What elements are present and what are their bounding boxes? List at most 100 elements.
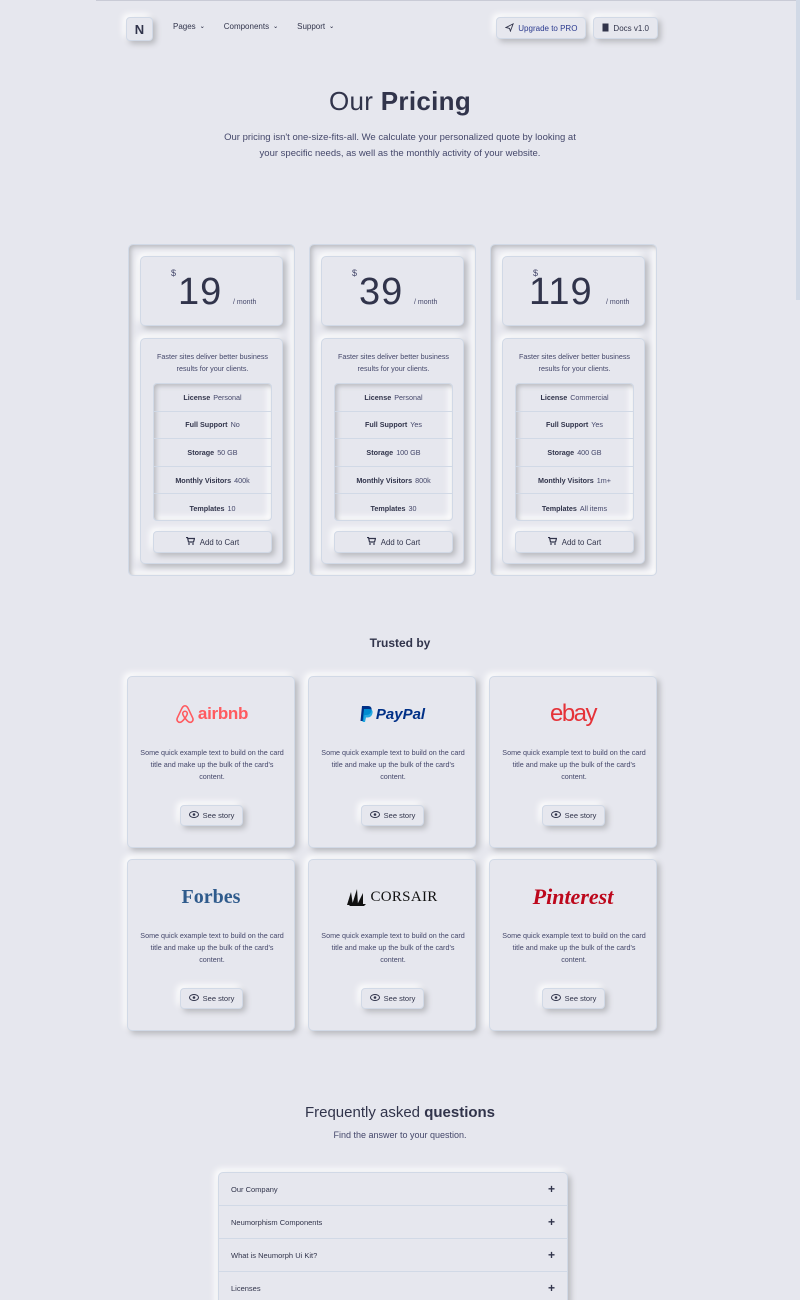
eye-icon [188, 811, 199, 820]
brand-logo[interactable]: N [126, 17, 153, 41]
feature-name: Templates [541, 503, 577, 513]
see-story-label: See story [564, 811, 597, 820]
cart-icon [185, 536, 196, 547]
see-story-button[interactable]: See story [542, 805, 605, 826]
faq-item[interactable]: What is Neumorph Ui Kit? + [219, 1239, 567, 1272]
docs-button[interactable]: Docs v1.0 [593, 17, 658, 39]
forbes-logo: Forbes [128, 884, 294, 910]
brand-card-text: Some quick example text to build on the … [502, 748, 646, 781]
see-story-label: See story [202, 811, 235, 820]
brand-name: Forbes [181, 885, 241, 908]
brand-card-text: Some quick example text to build on the … [140, 931, 284, 964]
title-light: Our [329, 86, 381, 116]
right-edge-strip [796, 0, 800, 300]
feature-row: Templates All items [516, 494, 633, 522]
faq-item[interactable]: Neumorphism Components + [219, 1206, 567, 1239]
feature-name: Storage [366, 447, 394, 457]
faq-question: Licenses [231, 1283, 261, 1293]
pricing-card: $ 39 / month Faster sites deliver better… [309, 244, 476, 576]
feature-row: Monthly Visitors 1m+ [516, 467, 633, 495]
see-story-button[interactable]: See story [361, 805, 424, 826]
brand-name: airbnb [197, 704, 249, 723]
see-story-button[interactable]: See story [180, 988, 243, 1009]
feature-value: Commercial [570, 392, 609, 402]
page-title: Our Pricing [0, 86, 800, 117]
airbnb-logo: airbnb [128, 701, 294, 727]
see-story-label: See story [564, 994, 597, 1003]
brand-card-airbnb: airbnb Some quick example text to build … [127, 676, 295, 848]
plan-details: Faster sites deliver better business res… [140, 338, 283, 564]
cart-icon [547, 536, 558, 547]
title-bold: Pricing [380, 86, 471, 116]
top-border-line [96, 0, 800, 1]
feature-row: License Personal [154, 384, 271, 412]
feature-name: Monthly Visitors [538, 475, 594, 485]
faq-question: Neumorphism Components [231, 1217, 323, 1227]
navbar: N Pages ⌄ Components ⌄ Support ⌄ Upgrade… [126, 17, 658, 41]
docs-label: Docs v1.0 [613, 23, 649, 33]
add-to-cart-button[interactable]: Add to Cart [334, 531, 453, 553]
feature-row: Storage 100 GB [335, 439, 452, 467]
upgrade-button[interactable]: Upgrade to PRO [496, 17, 587, 39]
nav-item-label: Pages [173, 22, 196, 31]
nav-item-components[interactable]: Components ⌄ [224, 22, 278, 31]
feature-list: License Commercial Full Support Yes Storag… [515, 383, 634, 521]
plan-description: Faster sites deliver better business res… [518, 352, 631, 373]
faq-item[interactable]: Our Company + [219, 1173, 567, 1206]
feature-row: Full Support No [154, 412, 271, 440]
feature-value: Personal [213, 392, 242, 402]
price-period: / month [414, 299, 438, 306]
feature-value: 30 [408, 503, 417, 513]
cart-icon [366, 536, 377, 547]
feature-value: 1m+ [596, 475, 611, 485]
trusted-by-title: Trusted by [369, 636, 431, 650]
nav-item-pages[interactable]: Pages ⌄ [173, 22, 205, 31]
feature-name: Storage [547, 447, 575, 457]
feature-row: Monthly Visitors 400k [154, 467, 271, 495]
see-story-button[interactable]: See story [542, 988, 605, 1009]
feature-name: Monthly Visitors [356, 475, 413, 485]
feature-name: License [364, 392, 392, 402]
add-to-cart-button[interactable]: Add to Cart [515, 531, 634, 553]
add-to-cart-button[interactable]: Add to Cart [153, 531, 272, 553]
plus-icon: + [547, 1248, 555, 1262]
feature-row: Storage 400 GB [516, 439, 633, 467]
brand-card-ebay: ebay Some quick example text to build on… [489, 676, 657, 848]
airbnb-icon [176, 704, 194, 724]
feature-value: Yes [591, 420, 604, 430]
feature-value: All items [579, 503, 608, 513]
see-story-label: See story [383, 811, 416, 820]
add-to-cart-label: Add to Cart [199, 537, 240, 547]
brand-card-pinterest: Pinterest Some quick example text to bui… [489, 859, 657, 1031]
feature-value: No [230, 420, 240, 430]
faq-question: Our Company [231, 1184, 278, 1194]
feature-row: Templates 30 [335, 494, 452, 522]
feature-name: Full Support [545, 420, 589, 430]
price-box: $ 19 / month [140, 256, 283, 326]
see-story-button[interactable]: See story [180, 805, 243, 826]
nav-item-label: Support [297, 22, 326, 31]
nav-item-label: Components [223, 22, 270, 31]
nav-item-support[interactable]: Support ⌄ [297, 22, 334, 31]
corsair-sails-icon [347, 889, 367, 906]
paypal-icon [360, 706, 373, 722]
price-value: 39 [359, 271, 404, 313]
price-currency: $ [352, 268, 358, 278]
plus-icon: + [547, 1281, 555, 1295]
faq-item[interactable]: Licenses + [219, 1272, 567, 1300]
chevron-down-icon: ⌄ [199, 24, 205, 30]
feature-row: License Personal [335, 384, 452, 412]
faq-subtitle: Find the answer to your question. [333, 1130, 467, 1140]
eye-icon [188, 994, 199, 1003]
price-box: $ 119 / month [502, 256, 645, 326]
feature-name: License [540, 392, 568, 402]
plan-details: Faster sites deliver better business res… [502, 338, 645, 564]
feature-name: Full Support [185, 420, 228, 430]
add-to-cart-label: Add to Cart [561, 537, 602, 547]
feature-name: Storage [187, 447, 215, 457]
feature-value: Yes [410, 420, 423, 430]
price-value: 119 [529, 271, 593, 313]
nav-buttons: Upgrade to PRO Docs v1.0 [496, 17, 658, 39]
see-story-button[interactable]: See story [361, 988, 424, 1009]
price-value: 19 [178, 271, 223, 313]
